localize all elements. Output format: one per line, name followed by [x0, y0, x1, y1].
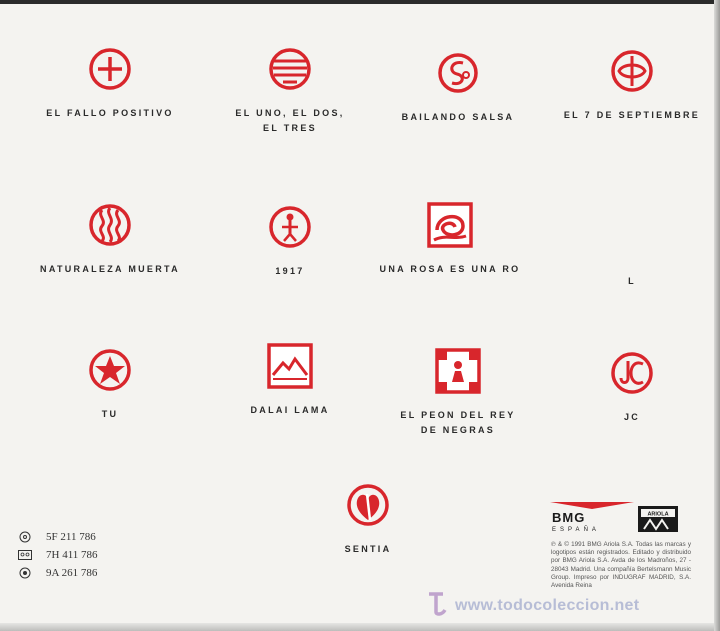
cd-back-cover: EL FALLO POSITIVO EL UNO, EL DOS, EL TRE…: [0, 0, 720, 631]
catalog-code: 7H 411 786: [46, 549, 98, 561]
track-title: EL PEON DEL REY DE NEGRAS: [400, 410, 516, 435]
track-el-fallo-positivo: EL FALLO POSITIVO: [25, 44, 195, 121]
track-sentia: SENTIA: [283, 480, 453, 557]
track-el-7-de-septiembre: EL 7 DE SEPTIEMBRE: [547, 46, 717, 123]
track-bailando-salsa: BAILANDO SALSA: [373, 48, 543, 125]
track-title: UNA ROSA ES UNA RO: [379, 264, 521, 274]
label-tagline: ARIOLA: [647, 512, 668, 518]
jc-circle-icon: [607, 348, 657, 398]
mountain-square-icon: [265, 341, 315, 391]
track-title: L: [628, 276, 636, 286]
track-title: BAILANDO SALSA: [401, 112, 515, 122]
track-dalai-lama: DALAI LAMA: [205, 341, 375, 418]
cd-icon: [18, 531, 32, 543]
track-jc: JC: [547, 348, 717, 425]
figure-circle-icon: [265, 202, 315, 252]
track-tu: TU: [25, 345, 195, 422]
track-title: 1917: [275, 266, 305, 276]
swirl-circle-icon: [433, 48, 483, 98]
catalog-item: 9A 261 786: [18, 564, 98, 582]
heart-circle-icon: [343, 480, 393, 530]
catalog-item: 7H 411 786: [18, 546, 98, 564]
cross-circle-icon: [85, 44, 135, 94]
legal-text: ℗ & © 1991 BMG Ariola S.A. Todas las mar…: [551, 541, 691, 590]
track-el-uno-el-dos-el-tres: EL UNO, EL DOS, EL TRES: [205, 44, 375, 136]
track-1917: 1917: [205, 202, 375, 279]
star-circle-icon: [85, 345, 135, 395]
catalog-item: 5F 211 786: [18, 528, 98, 546]
watermark-logo-icon: [425, 590, 455, 621]
wave-circle-icon: [85, 200, 135, 250]
case-edge: [0, 623, 720, 631]
watermark-text: www.todocoleccion.net: [455, 596, 640, 614]
watermark: www.todocoleccion.net: [425, 590, 639, 621]
track-el-peon-del-rey-de-negras: EL PEON DEL REY DE NEGRAS: [373, 346, 543, 438]
track-title: DALAI LAMA: [250, 405, 330, 415]
track-title: NATURALEZA MUERTA: [40, 264, 180, 274]
track-title: JC: [623, 412, 641, 422]
glyph-circle-icon: [607, 46, 657, 96]
catalog-code: 5F 211 786: [46, 531, 96, 543]
vinyl-icon: [18, 567, 32, 579]
track-title: EL FALLO POSITIVO: [46, 108, 174, 118]
lined-circle-icon: [265, 44, 315, 94]
track-title: TU: [101, 409, 119, 419]
rose-square-icon: [425, 200, 475, 250]
catalog-code: 9A 261 786: [46, 567, 98, 579]
catalog-list: 5F 211 786 7H 411 786 9A 261 786: [18, 528, 98, 582]
track-title: SENTIA: [344, 544, 392, 554]
track-l: L: [617, 262, 647, 289]
bmg-logo: BMG ESPAÑA ARIOLA: [550, 500, 685, 534]
pawn-square-icon: [433, 346, 483, 396]
track-naturaleza-muerta: NATURALEZA MUERTA: [25, 200, 195, 277]
cassette-icon: [18, 549, 32, 561]
track-title: EL UNO, EL DOS, EL TRES: [235, 108, 345, 133]
track-una-rosa-es-una-ro: UNA ROSA ES UNA RO: [365, 200, 535, 277]
label-name: BMG: [552, 510, 585, 525]
track-title: EL 7 DE SEPTIEMBRE: [563, 110, 701, 120]
label-sub: ESPAÑA: [552, 526, 600, 533]
